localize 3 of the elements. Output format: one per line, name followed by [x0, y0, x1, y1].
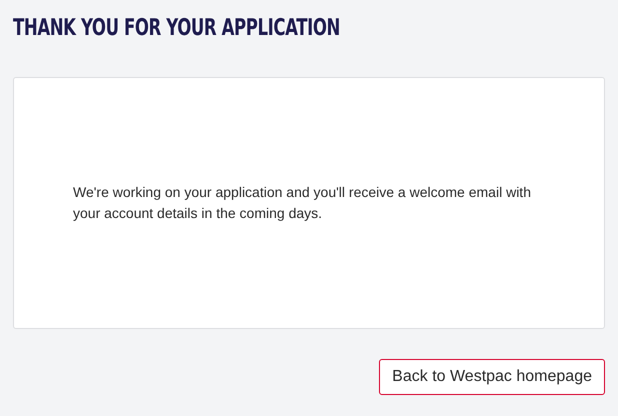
page-heading: THANK YOU FOR YOUR APPLICATION: [13, 14, 341, 43]
confirmation-message: We're working on your application and you'll receive a welcome email with your account details in the coming days.: [73, 183, 532, 223]
homepage-button[interactable]: Back to Westpac homepage: [379, 359, 605, 395]
